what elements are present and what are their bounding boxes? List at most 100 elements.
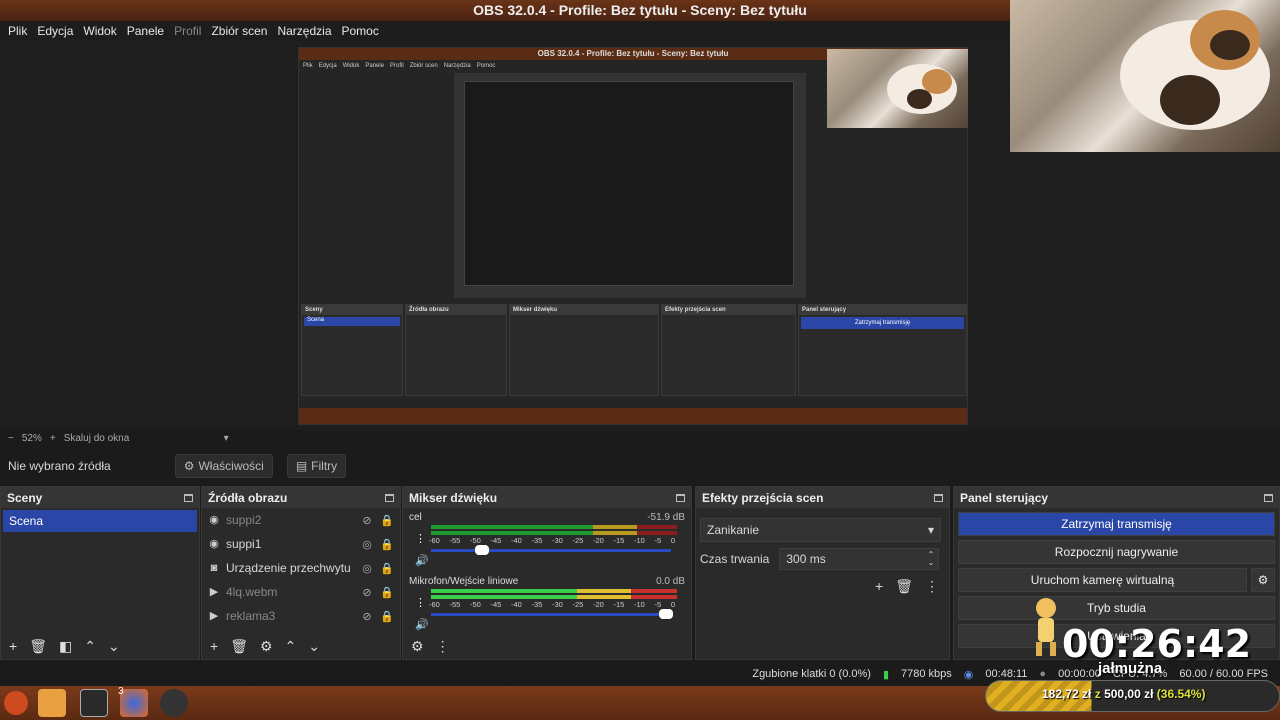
folder-icon[interactable] (38, 689, 66, 717)
scale-tick: -35 (531, 600, 543, 609)
undock-icon[interactable] (676, 493, 685, 502)
kebab-menu-icon[interactable]: ⋮ (415, 596, 426, 609)
zoom-in-button[interactable]: + (50, 433, 56, 444)
spinner-icon[interactable]: ⌃ ⌄ (928, 551, 935, 567)
lock-icon[interactable]: 🔒 (380, 610, 394, 623)
menu-zbior-scen[interactable]: Zbiór scen (211, 24, 267, 38)
virtual-camera-button[interactable]: Uruchom kamerę wirtualną (958, 568, 1247, 592)
add-icon[interactable]: + (210, 638, 218, 654)
undock-icon[interactable] (184, 493, 193, 502)
donation-goal: 500,00 zł (1104, 687, 1154, 701)
volume-knob[interactable] (475, 545, 489, 555)
donation-of: z (1094, 687, 1101, 701)
browser-icon: ◉ (209, 538, 219, 550)
start-recording-button[interactable]: Rozpocznij nagrywanie (958, 540, 1275, 564)
zoom-out-button[interactable]: − (8, 433, 14, 444)
eye-hidden-icon[interactable]: ⊘ (360, 514, 374, 527)
scale-tick: -5 (654, 600, 662, 609)
arrow-up-icon[interactable]: ⌃ (285, 638, 297, 655)
menu-profil[interactable]: Profil (174, 24, 201, 38)
add-icon[interactable]: + (875, 578, 883, 595)
obs-icon[interactable] (160, 689, 188, 717)
undock-icon[interactable] (385, 493, 394, 502)
scale-tick: -60 (429, 536, 440, 545)
scale-tick: -30 (552, 536, 563, 545)
filter-icon[interactable]: ◧ (59, 638, 72, 655)
arrow-down-icon[interactable]: ⌄ (308, 638, 320, 655)
scale-tick: -50 (470, 600, 481, 609)
speaker-icon[interactable]: 🔊 (415, 554, 429, 567)
firefox-icon[interactable] (120, 689, 148, 717)
stream-icon: ◉ (963, 668, 974, 681)
scale-tick: -45 (490, 600, 502, 609)
gear-icon[interactable]: ⚙ (260, 638, 273, 655)
scenes-title: Sceny (7, 490, 43, 505)
source-item[interactable]: ▶ reklama3 ⊘ 🔒 (202, 604, 400, 628)
webcam-image-small (827, 49, 968, 128)
level-meter (431, 525, 685, 529)
arrow-down-icon[interactable]: ⌄ (108, 638, 120, 655)
kebab-menu-icon[interactable]: ⋮ (925, 578, 939, 595)
dropped-frames: Zgubione klatki 0 (0.0%) (752, 668, 871, 680)
trash-icon[interactable]: 🗑 (895, 578, 913, 595)
undock-icon[interactable] (934, 493, 943, 502)
timer-label: jałmużna (1098, 660, 1163, 677)
lock-icon[interactable]: 🔒 (380, 514, 394, 527)
volume-slider[interactable] (431, 609, 673, 619)
source-item[interactable]: ◙ Urządzenie przechwytu ◎ 🔒 (202, 556, 400, 580)
nested-mixer-dock: Mikser dźwięku (509, 304, 659, 396)
eye-icon[interactable]: ◎ (360, 538, 374, 551)
scene-item[interactable]: Scena (3, 510, 197, 532)
lock-icon[interactable]: 🔒 (380, 538, 394, 551)
trash-icon[interactable]: 🗑 (230, 638, 248, 655)
stop-stream-button[interactable]: Zatrzymaj transmisję (958, 512, 1275, 536)
nested-transitions-title: Efekty przejścia scen (662, 305, 795, 315)
scale-tick: -20 (593, 536, 604, 545)
scale-tick: -10 (634, 600, 645, 609)
lock-icon[interactable]: 🔒 (380, 586, 394, 599)
nested-scene-item: Scena (304, 317, 400, 326)
mint-menu-icon[interactable] (4, 691, 28, 715)
source-name: reklama3 (226, 609, 276, 623)
kebab-menu-icon[interactable]: ⋮ (415, 532, 426, 545)
source-item[interactable]: ◉ suppi2 ⊘ 🔒 (202, 508, 400, 532)
source-item[interactable]: ◉ suppi1 ◎ 🔒 (202, 532, 400, 556)
nested-sources-dock: Źródła obrazu (405, 304, 507, 396)
menu-widok[interactable]: Widok (83, 24, 116, 38)
volume-knob[interactable] (659, 609, 673, 619)
eye-hidden-icon[interactable]: ⊘ (360, 610, 374, 623)
transition-value: Zanikanie (707, 523, 760, 537)
add-icon[interactable]: + (9, 638, 17, 654)
source-item[interactable]: ▶ 4lq.webm ⊘ 🔒 (202, 580, 400, 604)
nested-menu-item: Edycja (318, 63, 337, 69)
arrow-up-icon[interactable]: ⌃ (84, 638, 96, 655)
menu-narzedzia[interactable]: Narzędzia (277, 24, 331, 38)
menu-pomoc[interactable]: Pomoc (342, 24, 379, 38)
menu-edycja[interactable]: Edycja (37, 24, 73, 38)
filters-button[interactable]: ▤ Filtry (286, 454, 347, 478)
browser-icon: ◉ (209, 514, 219, 526)
speaker-icon[interactable]: 🔊 (415, 618, 429, 631)
eye-hidden-icon[interactable]: ⊘ (360, 586, 374, 599)
menu-panele[interactable]: Panele (127, 24, 164, 38)
kebab-menu-icon[interactable]: ⋮ (436, 638, 450, 655)
undock-icon[interactable] (1264, 493, 1273, 502)
terminal-icon[interactable] (80, 689, 108, 717)
menu-bar: Plik Edycja Widok Panele Profil Zbiór sc… (0, 21, 1010, 41)
scale-mode-select[interactable]: Skaluj do okna ▾ (64, 433, 229, 444)
trash-icon[interactable]: 🗑 (29, 638, 47, 655)
volume-slider[interactable] (431, 545, 671, 555)
gear-icon[interactable]: ⚙ (411, 638, 424, 655)
nested-menu-item: Widok (342, 63, 360, 69)
lock-icon[interactable]: 🔒 (380, 562, 394, 575)
gear-icon[interactable]: ⚙ (1251, 568, 1275, 592)
menu-plik[interactable]: Plik (8, 24, 27, 38)
nested-preview-area (454, 73, 806, 298)
transition-select[interactable]: Zanikanie ▾ (700, 518, 941, 542)
duration-input[interactable]: 300 ms ⌃ ⌄ (779, 548, 940, 570)
studio-mode-button[interactable]: Tryb studia (958, 596, 1275, 620)
properties-button[interactable]: ⚙ Właściwości (174, 454, 273, 478)
eye-icon[interactable]: ◎ (360, 562, 374, 575)
sources-title: Źródła obrazu (208, 490, 288, 505)
scale-tick: -55 (449, 536, 461, 545)
